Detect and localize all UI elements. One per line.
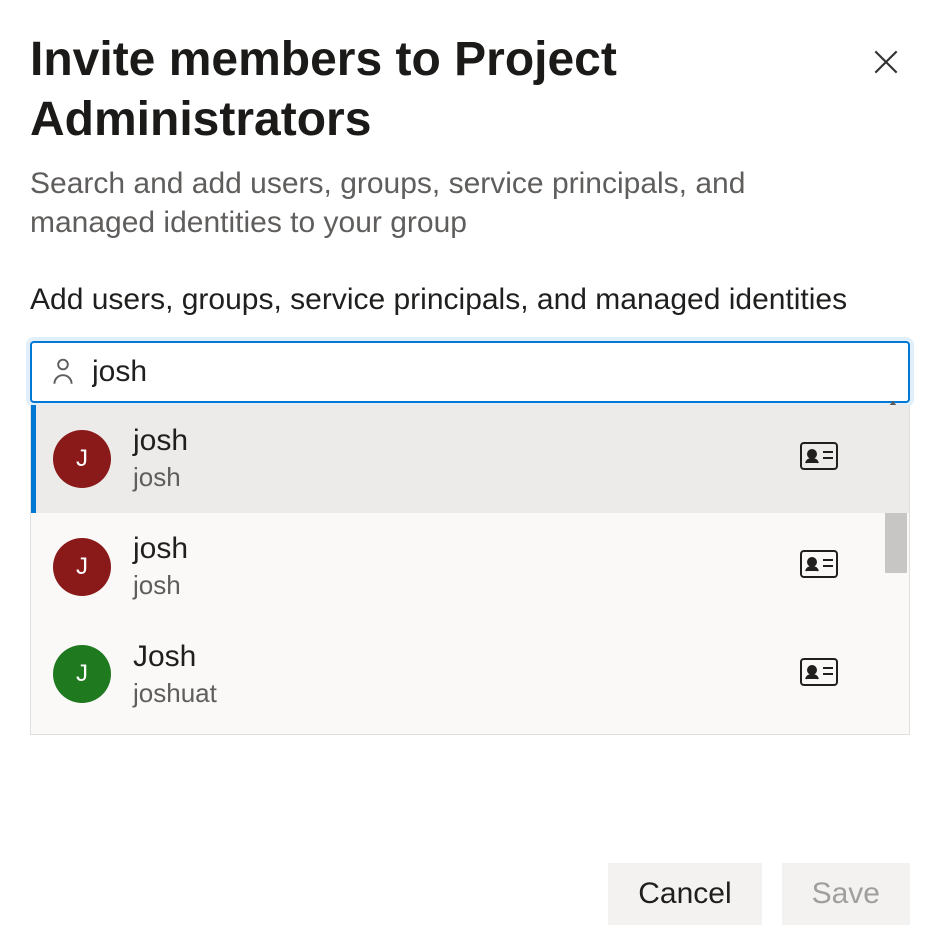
contact-card-button[interactable] xyxy=(799,441,839,476)
person-icon xyxy=(50,357,76,387)
option-text: joshjosh xyxy=(133,531,777,603)
search-result-option[interactable]: Jjoshjosh xyxy=(31,405,909,513)
option-name: josh xyxy=(133,531,777,567)
option-subtext: josh xyxy=(133,569,777,603)
search-result-option[interactable]: J Joshjoshuat xyxy=(31,621,909,729)
close-button[interactable] xyxy=(862,38,910,86)
dialog-header: Invite members to Project Administrators xyxy=(30,30,910,150)
search-result-option[interactable]: Jjoshjosh xyxy=(31,513,909,621)
avatar: J xyxy=(53,538,111,596)
dialog-title: Invite members to Project Administrators xyxy=(30,30,780,150)
search-label: Add users, groups, service principals, a… xyxy=(30,280,850,319)
option-text: joshjosh xyxy=(133,423,777,495)
search-field-wrapper[interactable] xyxy=(30,341,910,403)
dialog-subtitle: Search and add users, groups, service pr… xyxy=(30,164,850,242)
search-results-dropdown: JjoshjoshJjoshjoshJJoshjoshuat xyxy=(30,405,910,735)
dialog-footer: Cancel Save xyxy=(30,843,910,949)
save-button[interactable]: Save xyxy=(782,863,910,925)
option-subtext: joshuat xyxy=(133,677,777,711)
option-name: Josh xyxy=(133,639,777,675)
close-icon xyxy=(870,46,902,78)
option-name: josh xyxy=(133,423,777,459)
contact-card-icon xyxy=(799,441,839,471)
search-input[interactable] xyxy=(92,355,890,389)
contact-card-icon xyxy=(799,549,839,579)
option-text: Joshjoshuat xyxy=(133,639,777,711)
avatar: J xyxy=(53,430,111,488)
contact-card-icon xyxy=(799,657,839,687)
contact-card-button[interactable] xyxy=(799,549,839,584)
avatar: J xyxy=(53,645,111,703)
cancel-button[interactable]: Cancel xyxy=(608,863,761,925)
invite-members-dialog: Invite members to Project Administrators… xyxy=(0,0,940,949)
contact-card-button[interactable] xyxy=(799,657,839,692)
option-subtext: josh xyxy=(133,461,777,495)
